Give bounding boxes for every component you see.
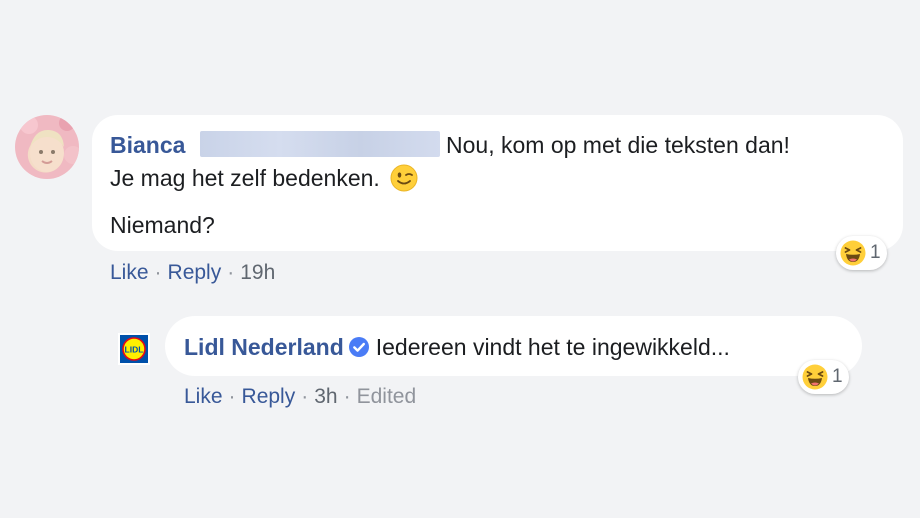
comment-reactions[interactable]: 1 xyxy=(836,236,887,270)
comment-actions: Like · Reply · 19h xyxy=(110,261,275,285)
lidl-logo-icon: LIDL xyxy=(118,333,150,365)
edited-label[interactable]: Edited xyxy=(357,385,417,408)
like-button[interactable]: Like xyxy=(110,261,149,284)
wink-emoji-icon xyxy=(390,164,418,192)
comment-text-line-3: Niemand? xyxy=(110,212,215,238)
lidl-avatar[interactable]: LIDL xyxy=(118,333,150,365)
comment-text-line-2: Je mag het zelf bedenken. xyxy=(110,165,380,191)
redacted-surname xyxy=(200,131,440,157)
avatar[interactable] xyxy=(15,115,79,179)
haha-reaction-icon xyxy=(802,364,828,390)
reply-line: Lidl Nederland Iedereen vindt het te ing… xyxy=(184,333,730,361)
comment-timestamp[interactable]: 19h xyxy=(240,261,275,284)
reaction-count: 1 xyxy=(870,242,881,263)
reply-button[interactable]: Reply xyxy=(242,385,296,408)
separator-dot: · xyxy=(343,385,351,408)
reply-timestamp[interactable]: 3h xyxy=(314,385,337,408)
separator-dot: · xyxy=(301,385,309,408)
reply-reactions[interactable]: 1 xyxy=(798,360,849,394)
reply-button[interactable]: Reply xyxy=(168,261,222,284)
comment-text-line-1: Nou, kom op met die teksten dan! xyxy=(446,132,790,158)
separator-dot: · xyxy=(154,261,162,284)
separator-dot: · xyxy=(228,385,236,408)
reply-text: Iedereen vindt het te ingewikkeld... xyxy=(375,334,730,360)
reply-author-link[interactable]: Lidl Nederland xyxy=(184,334,344,360)
reply-actions: Like · Reply · 3h · Edited xyxy=(184,385,416,409)
reaction-count: 1 xyxy=(832,366,843,387)
like-button[interactable]: Like xyxy=(184,385,223,408)
haha-reaction-icon xyxy=(840,240,866,266)
profile-photo-icon xyxy=(20,115,79,172)
lidl-logo-text: LIDL xyxy=(125,345,144,355)
comment-line-1: Bianca xyxy=(110,131,185,159)
separator-dot: · xyxy=(227,261,235,284)
comment-author-link[interactable]: Bianca xyxy=(110,132,185,158)
comment-line-2: Je mag het zelf bedenken. xyxy=(110,164,418,192)
verified-badge-icon xyxy=(348,337,369,357)
